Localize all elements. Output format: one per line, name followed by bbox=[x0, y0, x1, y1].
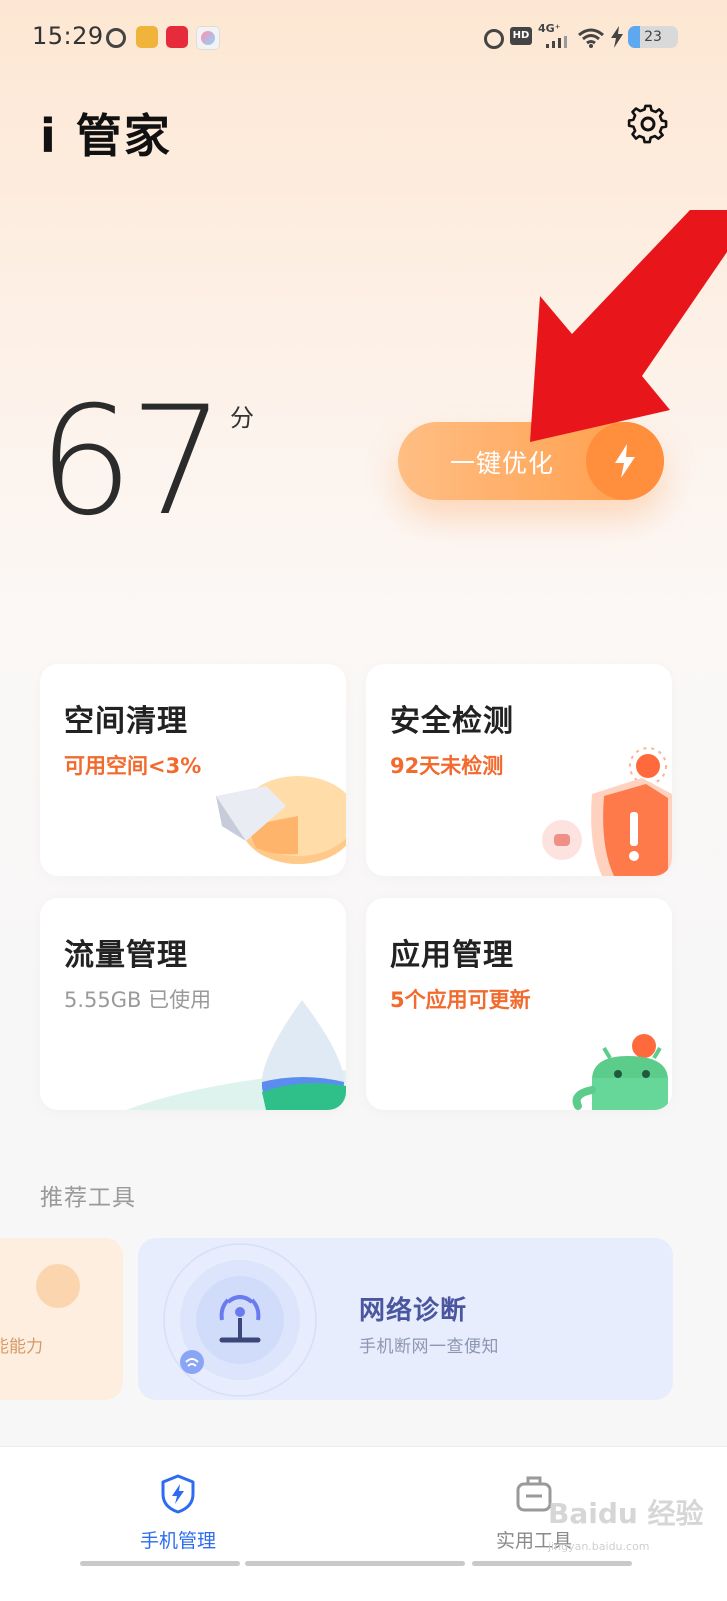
tab-label: 手机管理 bbox=[139, 1530, 216, 1552]
shield-bolt-icon bbox=[161, 1474, 195, 1514]
storage-cleanup-card[interactable]: 空间清理 可用空间<3% bbox=[40, 664, 346, 876]
app-management-card[interactable]: 应用管理 5个应用可更新 bbox=[366, 898, 672, 1110]
gesture-bar bbox=[245, 1561, 465, 1566]
tool-label: 能能力 bbox=[0, 1337, 43, 1357]
signal-icon bbox=[546, 36, 567, 48]
network-type: 4G⁺ bbox=[538, 22, 561, 35]
tool-card-partial[interactable]: 能能力 bbox=[0, 1238, 123, 1400]
app-notification-icon bbox=[166, 26, 188, 48]
wifi-icon bbox=[578, 28, 604, 48]
network-antenna-icon bbox=[163, 1243, 317, 1397]
score-unit: 分 bbox=[230, 404, 254, 432]
android-robot-icon bbox=[572, 1034, 668, 1110]
health-score: 67 bbox=[38, 375, 225, 549]
card-subtitle: 92天未检测 bbox=[390, 754, 504, 778]
card-title: 应用管理 bbox=[390, 938, 514, 973]
card-icon bbox=[36, 1264, 80, 1308]
shield-alert-icon bbox=[542, 747, 672, 876]
card-title: 空间清理 bbox=[64, 704, 188, 739]
gear-icon[interactable] bbox=[626, 102, 670, 146]
battery-percent: 23 bbox=[644, 29, 662, 45]
gesture-bar bbox=[80, 1561, 240, 1566]
alarm-icon bbox=[484, 29, 504, 49]
card-subtitle: 可用空间<3% bbox=[64, 754, 202, 778]
card-subtitle: 5个应用可更新 bbox=[390, 988, 531, 1012]
battery-icon: 23 bbox=[628, 26, 678, 48]
card-title: 流量管理 bbox=[64, 938, 188, 973]
annotation-arrow bbox=[530, 210, 727, 442]
tool-title: 网络诊断 bbox=[359, 1296, 468, 1326]
app-notification-icon bbox=[136, 26, 158, 48]
alarm-icon bbox=[106, 28, 126, 48]
section-heading: 推荐工具 bbox=[40, 1185, 136, 1211]
tool-subtitle: 手机断网一查便知 bbox=[359, 1337, 499, 1357]
status-time: 15:29 bbox=[32, 22, 104, 50]
watermark: Baidu 经验 bbox=[548, 1497, 704, 1530]
app-notification-icon bbox=[196, 26, 220, 50]
tab-phone-management[interactable]: 手机管理 bbox=[98, 1474, 258, 1553]
card-title: 安全检测 bbox=[390, 704, 514, 739]
hd-icon: HD bbox=[510, 27, 532, 45]
water-drop-icon bbox=[126, 1000, 346, 1110]
charging-icon bbox=[611, 26, 623, 48]
watermark-url: jingyan.baidu.com bbox=[548, 1540, 650, 1553]
data-usage-card[interactable]: 流量管理 5.55GB 已使用 bbox=[40, 898, 346, 1110]
security-check-card[interactable]: 安全检测 92天未检测 bbox=[366, 664, 672, 876]
gesture-bar bbox=[472, 1561, 632, 1566]
pie-chart-icon bbox=[216, 776, 346, 864]
network-diagnosis-card[interactable]: 网络诊断 手机断网一查便知 bbox=[138, 1238, 673, 1400]
page-title: i 管家 bbox=[40, 109, 172, 163]
